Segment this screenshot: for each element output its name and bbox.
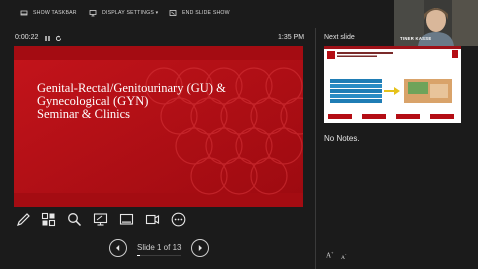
slide-progress-track — [137, 255, 181, 256]
next-slide-label: Next slide — [324, 34, 355, 41]
next-slide-button[interactable] — [191, 239, 209, 257]
camera-icon — [145, 214, 159, 224]
restart-icon — [56, 35, 62, 42]
restart-timer-button[interactable] — [55, 35, 62, 44]
previous-arrow-icon — [116, 245, 120, 251]
slide-counter[interactable]: Slide 1 of 13 — [137, 243, 181, 252]
next-arrow-icon — [198, 245, 202, 251]
slide-background-pattern — [14, 46, 303, 207]
zoom-button[interactable] — [66, 210, 82, 228]
end-slide-show-label: END SLIDE SHOW — [182, 10, 230, 16]
camera-toggle-button[interactable] — [144, 210, 160, 228]
panel-divider — [315, 28, 316, 269]
magnifier-icon — [67, 212, 81, 226]
grid-icon — [41, 212, 55, 226]
display-settings-button[interactable]: DISPLAY SETTINGS ▾ — [89, 8, 158, 18]
next-slide-thumbnail[interactable] — [324, 46, 461, 123]
more-icon — [171, 212, 185, 226]
taskbar-icon — [20, 9, 28, 17]
end-show-icon — [169, 9, 177, 17]
webcam-name-label: TINER KASSE — [400, 36, 432, 41]
speaker-notes: No Notes. — [324, 134, 360, 143]
slide-title: Genital-Rectal/Genitourinary (GU) & Gyne… — [37, 82, 277, 121]
black-screen-icon — [119, 213, 133, 225]
screen-pointer-icon — [93, 212, 107, 226]
decrease-notes-font-button[interactable]: A- — [341, 252, 346, 261]
see-all-slides-button[interactable] — [40, 210, 56, 228]
slide-progress-fill — [137, 255, 141, 256]
slide-title-line: Seminar & Clinics — [37, 107, 131, 121]
end-slide-show-button[interactable]: END SLIDE SHOW — [169, 8, 230, 18]
display-settings-icon — [89, 9, 97, 17]
current-time: 1:35 PM — [278, 34, 305, 41]
next-slide-preview — [324, 46, 461, 123]
black-screen-button[interactable] — [118, 210, 134, 228]
display-settings-label: DISPLAY SETTINGS ▾ — [102, 10, 159, 16]
pointer-options-button[interactable] — [92, 210, 108, 228]
pause-icon — [45, 36, 50, 41]
elapsed-timer: 0:00:22 — [15, 34, 39, 41]
pen-tool-button[interactable] — [15, 210, 31, 228]
pen-icon — [16, 212, 30, 226]
increase-notes-font-button[interactable]: A+ — [326, 250, 333, 259]
more-options-button[interactable] — [170, 210, 186, 228]
show-taskbar-button[interactable]: SHOW TASKBAR — [20, 8, 77, 18]
pause-timer-button[interactable] — [44, 35, 51, 44]
current-slide[interactable] — [14, 46, 303, 207]
previous-slide-button[interactable] — [109, 239, 127, 257]
show-taskbar-label: SHOW TASKBAR — [33, 10, 77, 16]
